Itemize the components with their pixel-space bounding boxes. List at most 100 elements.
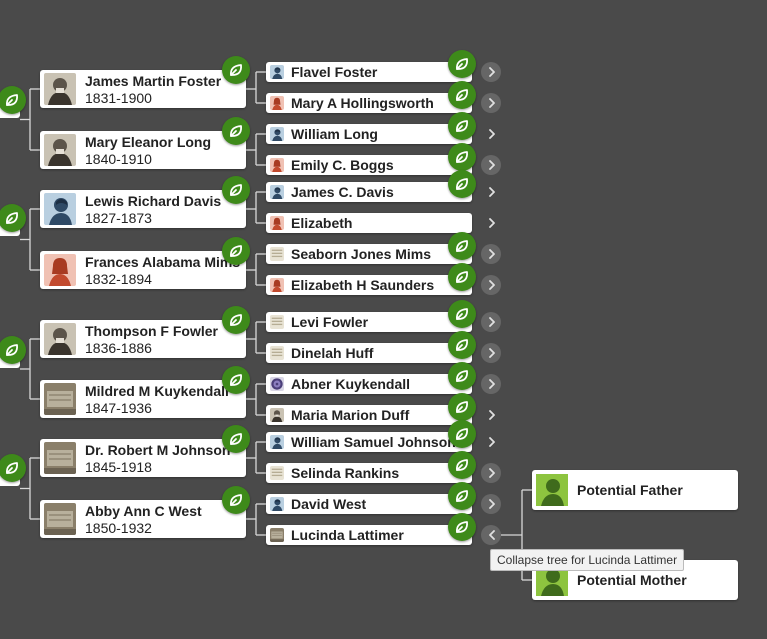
- expand-arrow-button[interactable]: [481, 374, 501, 394]
- person-card[interactable]: Seaborn Jones Mims: [266, 244, 472, 264]
- chevron-right-icon: [489, 379, 495, 389]
- person-photo: [270, 466, 284, 480]
- person-card[interactable]: Mary A Hollingsworth: [266, 93, 472, 113]
- leaf-icon: [456, 401, 468, 413]
- chevron-right-icon: [489, 317, 495, 327]
- leaf-icon: [456, 89, 468, 101]
- person-card[interactable]: Mildred M Kuykendall 1847-1936: [40, 380, 246, 418]
- person-photo: [44, 383, 76, 415]
- leaf-icon: [456, 428, 468, 440]
- leaf-icon: [230, 245, 242, 257]
- leaf-icon: [456, 521, 468, 533]
- expand-arrow-button[interactable]: [481, 93, 501, 113]
- person-card[interactable]: Selinda Rankins: [266, 463, 472, 483]
- record-hint-button[interactable]: [448, 513, 476, 541]
- person-card[interactable]: Lewis Richard Davis 1827-1873: [40, 190, 246, 228]
- person-card[interactable]: Mary Eleanor Long 1840-1910: [40, 131, 246, 169]
- record-hint-button[interactable]: [222, 366, 250, 394]
- record-hint-button[interactable]: [448, 420, 476, 448]
- record-hint-button[interactable]: [448, 482, 476, 510]
- record-hint-button[interactable]: [448, 143, 476, 171]
- record-hint-button[interactable]: [448, 232, 476, 260]
- person-card[interactable]: James C. Davis: [266, 182, 472, 202]
- expand-arrow-button[interactable]: [481, 244, 501, 264]
- person-card[interactable]: Abner Kuykendall: [266, 374, 472, 394]
- person-card[interactable]: Elizabeth H Saunders: [266, 275, 472, 295]
- leaf-icon: [230, 494, 242, 506]
- expand-arrow-button[interactable]: [481, 463, 501, 483]
- expand-arrow-button[interactable]: [481, 182, 501, 202]
- record-hint-button[interactable]: [448, 263, 476, 291]
- record-hint-button[interactable]: [222, 117, 250, 145]
- record-hint-button[interactable]: [222, 425, 250, 453]
- person-photo: [270, 247, 284, 261]
- chevron-right-icon: [489, 410, 495, 420]
- leaf-icon: [456, 178, 468, 190]
- leaf-icon: [456, 490, 468, 502]
- person-card[interactable]: Dinelah Huff: [266, 343, 472, 363]
- person-name: Lewis Richard Davis: [85, 193, 222, 209]
- record-hint-button[interactable]: [222, 237, 250, 265]
- person-card[interactable]: Dr. Robert M Johnson 1845-1918: [40, 439, 246, 477]
- person-card[interactable]: David West: [266, 494, 472, 514]
- potential-father-card[interactable]: Potential Father: [532, 470, 738, 510]
- person-photo: [44, 193, 76, 225]
- person-card[interactable]: Maria Marion Duff: [266, 405, 472, 425]
- person-card[interactable]: William Samuel Johnson: [266, 432, 472, 452]
- record-hint-button[interactable]: [448, 362, 476, 390]
- person-card[interactable]: James Martin Foster 1831-1900: [40, 70, 246, 108]
- expand-arrow-button[interactable]: [481, 275, 501, 295]
- expand-arrow-button[interactable]: [481, 62, 501, 82]
- record-hint-button[interactable]: [448, 50, 476, 78]
- person-card[interactable]: Frances Alabama Mims 1832-1894: [40, 251, 246, 289]
- person-card[interactable]: William Long: [266, 124, 472, 144]
- person-photo: [270, 65, 284, 79]
- record-hint-button[interactable]: [448, 81, 476, 109]
- chevron-right-icon: [489, 280, 495, 290]
- person-photo: [270, 185, 284, 199]
- expand-arrow-button[interactable]: [481, 312, 501, 332]
- record-hint-button[interactable]: [448, 300, 476, 328]
- expand-arrow-button[interactable]: [481, 494, 501, 514]
- record-hint-button[interactable]: [222, 56, 250, 84]
- person-lifespan: 1832-1894: [85, 271, 152, 287]
- record-hint-button[interactable]: [448, 451, 476, 479]
- person-name: Mary A Hollingsworth: [291, 95, 434, 111]
- person-name: Frances Alabama Mims: [85, 254, 241, 270]
- record-hint-button[interactable]: [448, 393, 476, 421]
- expand-arrow-button[interactable]: [481, 124, 501, 144]
- leaf-icon: [230, 64, 242, 76]
- expand-arrow-button[interactable]: [481, 343, 501, 363]
- collapse-tree-button[interactable]: [481, 525, 501, 545]
- leaf-icon: [6, 344, 18, 356]
- person-card[interactable]: Elizabeth: [266, 213, 472, 233]
- person-card[interactable]: Flavel Foster: [266, 62, 472, 82]
- leaf-icon: [230, 125, 242, 137]
- potential-parent-label: Potential Father: [577, 482, 683, 498]
- expand-arrow-button[interactable]: [481, 405, 501, 425]
- record-hint-button[interactable]: [448, 331, 476, 359]
- record-hint-button[interactable]: [222, 486, 250, 514]
- record-hint-button[interactable]: [448, 112, 476, 140]
- chevron-right-icon: [489, 218, 495, 228]
- person-name: Abner Kuykendall: [291, 376, 411, 392]
- expand-arrow-button[interactable]: [481, 213, 501, 233]
- leaf-icon: [6, 462, 18, 474]
- person-card[interactable]: Levi Fowler: [266, 312, 472, 332]
- expand-arrow-button[interactable]: [481, 432, 501, 452]
- person-card[interactable]: Emily C. Boggs: [266, 155, 472, 175]
- person-name: Mary Eleanor Long: [85, 134, 212, 150]
- person-card[interactable]: Thompson F Fowler 1836-1886: [40, 320, 246, 358]
- person-photo: [270, 346, 284, 360]
- person-card[interactable]: Lucinda Lattimer: [266, 525, 472, 545]
- chevron-right-icon: [489, 468, 495, 478]
- person-card[interactable]: Abby Ann C West 1850-1932: [40, 500, 246, 538]
- expand-arrow-button[interactable]: [481, 155, 501, 175]
- record-hint-button[interactable]: [222, 306, 250, 334]
- chevron-right-icon: [489, 499, 495, 509]
- record-hint-button[interactable]: [448, 170, 476, 198]
- record-hint-button[interactable]: [222, 176, 250, 204]
- person-lifespan: 1831-1900: [85, 90, 152, 106]
- chevron-right-icon: [489, 348, 495, 358]
- person-photo: [44, 503, 76, 535]
